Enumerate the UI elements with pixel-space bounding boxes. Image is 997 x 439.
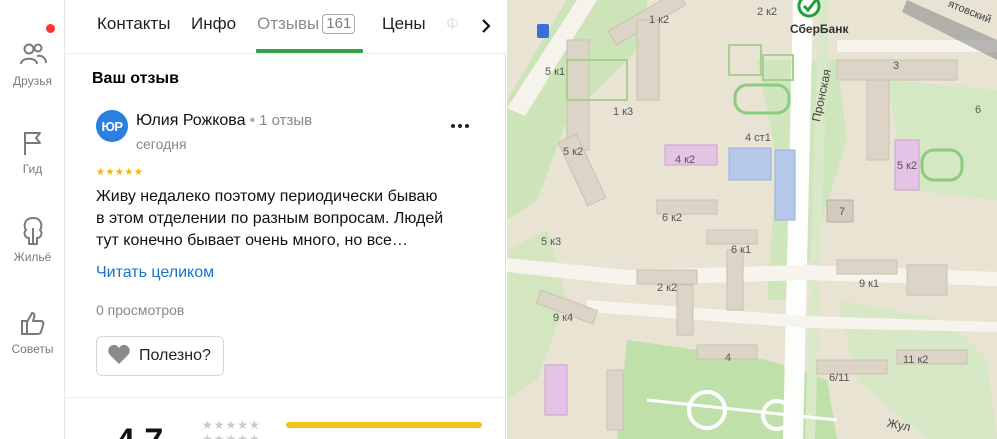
review-author[interactable]: Юлия Рожкова: [136, 112, 246, 129]
left-rail: Друзья Гид Жильё Советы: [0, 0, 65, 439]
rail-item-label: Советы: [11, 342, 54, 356]
map-building-label: 9 к4: [553, 312, 574, 324]
review-date: сегодня: [136, 136, 187, 152]
review-count-badge: 161: [322, 14, 356, 34]
dot-icon: [465, 124, 469, 128]
rail-item-label: Жильё: [13, 250, 52, 264]
review-text-line: в этом отделении по разным вопросам. Люд…: [96, 210, 444, 227]
map-building-label: 1 к2: [649, 14, 670, 26]
organization-panel: Контакты Инфо Отзывы161 Цены Ф Ваш отзыв…: [66, 0, 506, 439]
heart-icon: [107, 343, 131, 370]
map-building-label: 5 к2: [563, 146, 584, 158]
more-options-button[interactable]: [448, 116, 472, 136]
friends-icon: [18, 40, 48, 70]
map-building-label: 7: [839, 206, 846, 218]
helpful-button[interactable]: Полезно?: [96, 336, 224, 376]
tab-bar: Контакты Инфо Отзывы161 Цены Ф: [66, 0, 506, 54]
helpful-label: Полезно?: [139, 347, 211, 364]
rail-item-tips[interactable]: Советы: [0, 308, 65, 356]
tab-reviews[interactable]: Отзывы 161: [257, 14, 356, 34]
author-separator: •: [249, 112, 256, 129]
map-building-label: 2 к2: [657, 282, 678, 294]
map-building-label: 2 к2: [757, 6, 778, 18]
author-review-count: 1 отзыв: [259, 112, 313, 129]
review-text: Живу недалеко поэтому периодически бываю…: [96, 186, 481, 252]
map-building-label: 5 к2: [897, 160, 918, 172]
tab-info[interactable]: Инфо: [191, 14, 236, 34]
avatar[interactable]: ЮР: [96, 110, 128, 142]
map-canvas: [507, 0, 997, 439]
map-building-label: 6 к1: [731, 244, 752, 256]
section-title: Ваш отзыв: [92, 70, 179, 87]
review-author-line: Юлия Рожкова • 1 отзыв: [136, 112, 312, 130]
tab-prices[interactable]: Цены: [382, 14, 426, 34]
map-building-label: 6 к2: [662, 212, 683, 224]
map-building-label: 4 к2: [675, 154, 696, 166]
map-building-label: 3: [893, 60, 900, 72]
dot-icon: [451, 124, 455, 128]
map-building-label: 5 к1: [545, 66, 566, 78]
flag-icon: [18, 128, 48, 158]
overall-rating: 4,7: [116, 424, 163, 439]
map-poi-label[interactable]: СберБанк: [790, 22, 848, 36]
read-more-link[interactable]: Читать целиком: [96, 264, 214, 282]
rail-item-housing[interactable]: Жильё: [0, 216, 65, 264]
rating-row-stars: ★★★★★: [202, 418, 261, 432]
rating-distribution-bar: [286, 422, 482, 428]
rail-item-label: Друзья: [13, 74, 52, 88]
chevron-right-icon[interactable]: [474, 14, 498, 38]
rail-item-guide[interactable]: Гид: [0, 128, 65, 176]
dot-icon: [458, 124, 462, 128]
rail-item-label: Гид: [22, 162, 43, 176]
rail-item-friends[interactable]: Друзья: [0, 40, 65, 88]
divider: [66, 397, 506, 398]
map-building-label: 1 к3: [613, 106, 634, 118]
review-text-line: тут конечно бывает очень много, но все…: [96, 232, 408, 249]
tab-contacts[interactable]: Контакты: [97, 14, 170, 34]
map-building-label: 6: [975, 104, 982, 116]
review-text-line: Живу недалеко поэтому периодически бываю: [96, 188, 438, 205]
tab-reviews-label: Отзывы: [257, 14, 320, 33]
review-stars: ★★★★★: [96, 167, 144, 178]
map-building-label: 9 к1: [859, 278, 880, 290]
notification-dot: [46, 24, 55, 33]
rating-row-stars: ★★★★★: [202, 432, 261, 439]
map-view[interactable]: СберБанк Пронская Жул ятовский 1 к2 2 к2…: [507, 0, 997, 439]
view-count: 0 просмотров: [96, 302, 185, 318]
map-building-label: 4 ст1: [745, 132, 771, 144]
house-icon: [18, 216, 48, 246]
map-building-label: 4: [725, 352, 732, 364]
map-building-label: 6/11: [829, 372, 850, 384]
thumbs-up-icon: [18, 308, 48, 338]
map-building-label: 5 к3: [541, 236, 562, 248]
active-tab-indicator: [256, 49, 363, 53]
map-building-label: 11 к2: [903, 354, 929, 366]
